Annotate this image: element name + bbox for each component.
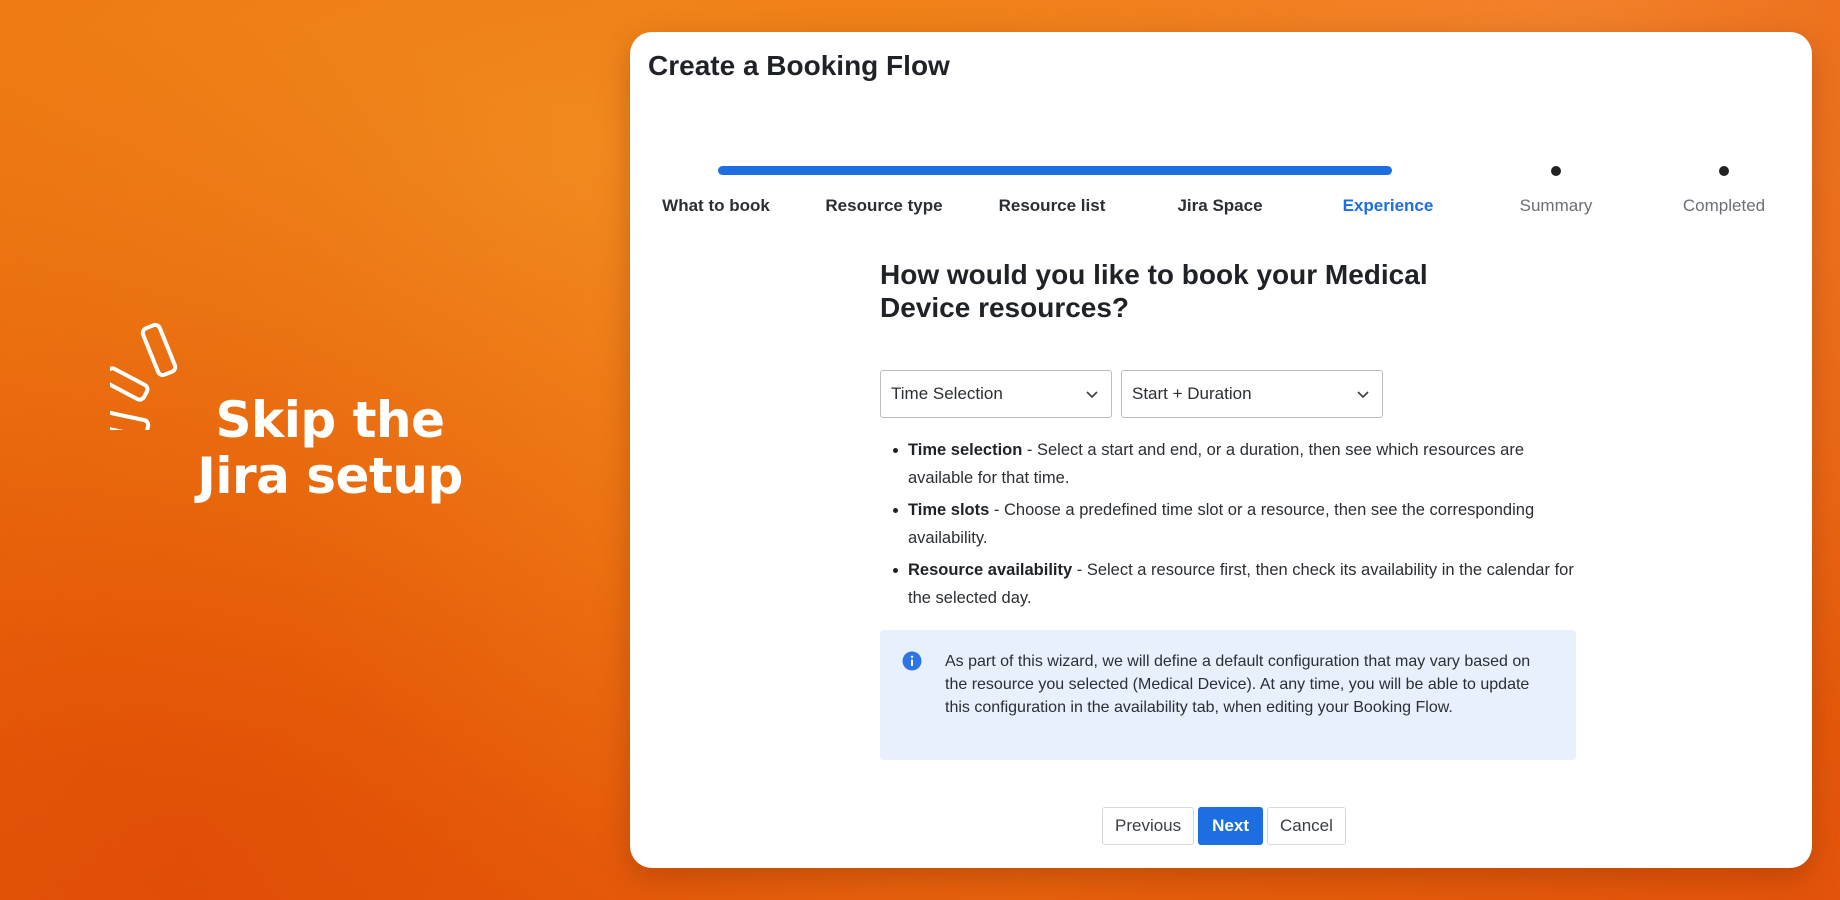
- step-summary: Summary: [1472, 160, 1640, 216]
- promo-line-1: Skip the: [215, 391, 445, 449]
- step-label: Resource list: [998, 196, 1106, 215]
- duration-mode-value: Start + Duration: [1132, 384, 1252, 403]
- experience-selects: Time Selection Start + Duration: [880, 370, 1580, 418]
- booking-options-list: Time selection - Select a start and end,…: [880, 436, 1580, 612]
- step-dot: [1551, 166, 1561, 176]
- dialog-title: Create a Booking Flow: [648, 50, 950, 81]
- info-text: As part of this wizard, we will define a…: [945, 653, 1531, 716]
- step-label: What to book: [662, 196, 770, 215]
- list-item: Time selection - Select a start and end,…: [892, 436, 1582, 492]
- step-experience[interactable]: Experience: [1304, 160, 1472, 216]
- list-item: Resource availability - Select a resourc…: [892, 556, 1582, 612]
- previous-button[interactable]: Previous: [1102, 807, 1195, 845]
- duration-mode-select[interactable]: Start + Duration: [1121, 370, 1383, 418]
- chevron-down-icon: [1086, 391, 1098, 399]
- step-jira-space[interactable]: Jira Space: [1136, 160, 1304, 216]
- promo-line-2: Jira setup: [197, 447, 463, 505]
- info-icon: [902, 651, 922, 671]
- wizard-actions: Previous Next Cancel: [1102, 807, 1346, 845]
- progress-stepper: What to book Resource type Resource list…: [630, 160, 1812, 240]
- step-label: Resource type: [825, 196, 943, 215]
- option-desc: - Choose a predefined time slot or a res…: [908, 501, 1535, 547]
- experience-step-content: How would you like to book your Medical …: [880, 258, 1580, 760]
- chevron-down-icon: [1357, 391, 1369, 399]
- step-label: Summary: [1519, 196, 1593, 215]
- step-resource-list[interactable]: Resource list: [968, 160, 1136, 216]
- booking-flow-dialog: Create a Booking Flow What to book Resou…: [630, 32, 1812, 868]
- next-button[interactable]: Next: [1198, 807, 1263, 845]
- list-item: Time slots - Choose a predefined time sl…: [892, 496, 1582, 552]
- step-label: Completed: [1682, 196, 1766, 215]
- promo-banner: Skip the Jira setup: [110, 320, 510, 520]
- step-resource-type[interactable]: Resource type: [800, 160, 968, 216]
- step-completed: Completed: [1640, 160, 1808, 216]
- step-label: Jira Space: [1177, 196, 1263, 215]
- step-label: Experience: [1342, 196, 1434, 215]
- info-panel: As part of this wizard, we will define a…: [880, 630, 1576, 760]
- promo-headline: Skip the Jira setup: [170, 392, 490, 504]
- booking-mode-value: Time Selection: [891, 384, 1003, 403]
- option-term: Time slots: [908, 501, 990, 519]
- step-dot: [1719, 166, 1729, 176]
- step-question: How would you like to book your Medical …: [880, 259, 1428, 323]
- cancel-button[interactable]: Cancel: [1267, 807, 1346, 845]
- option-term: Time selection: [908, 441, 1023, 459]
- booking-mode-select[interactable]: Time Selection: [880, 370, 1112, 418]
- step-what-to-book[interactable]: What to book: [632, 160, 800, 216]
- option-term: Resource availability: [908, 561, 1073, 579]
